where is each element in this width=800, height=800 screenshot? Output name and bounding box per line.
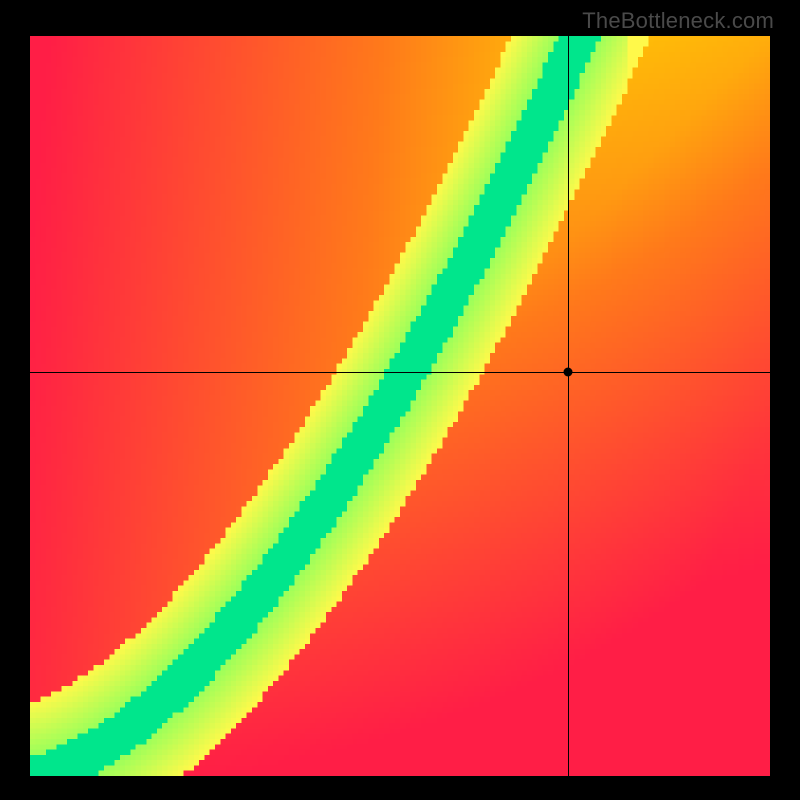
marker-dot [563, 367, 572, 376]
crosshair-horizontal [30, 372, 770, 373]
plot-area [30, 36, 770, 776]
heatmap-canvas [30, 36, 770, 776]
chart-frame: TheBottleneck.com [0, 0, 800, 800]
watermark-text: TheBottleneck.com [582, 8, 774, 34]
crosshair-vertical [568, 36, 569, 776]
